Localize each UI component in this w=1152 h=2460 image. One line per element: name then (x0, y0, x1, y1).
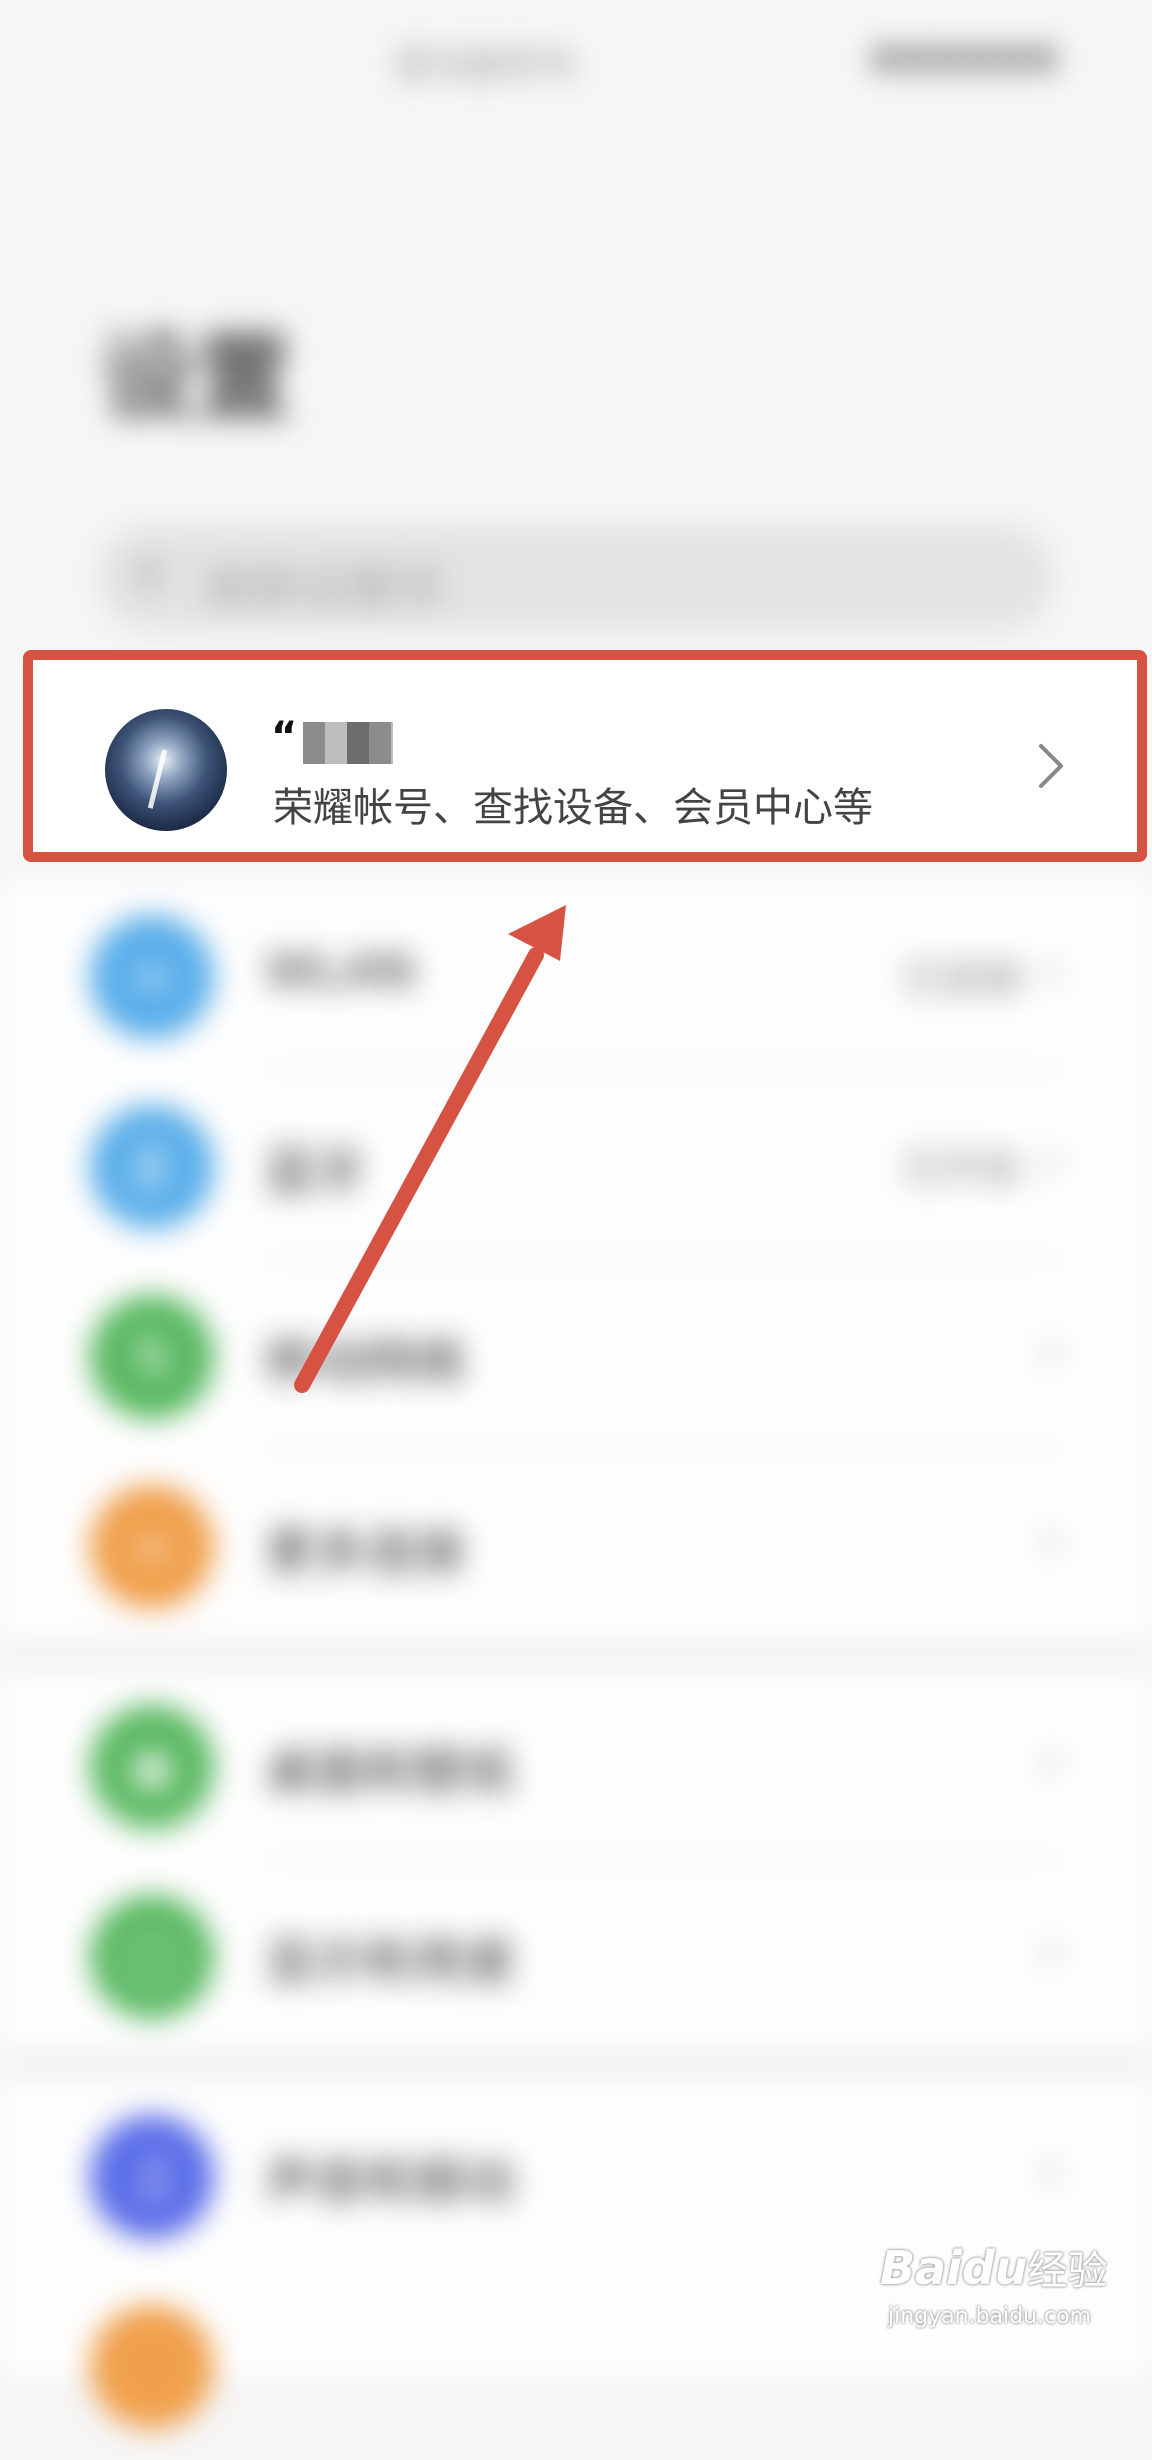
baidu-watermark: Baidu经验 jingyan.baidu.com (880, 2238, 1108, 2329)
watermark-brand: Baidu (880, 2241, 1028, 2295)
watermark-url: jingyan.baidu.com (888, 2304, 1092, 2329)
annotation-arrow (294, 905, 566, 1393)
watermark-cn: 经验 (1027, 2248, 1108, 2294)
